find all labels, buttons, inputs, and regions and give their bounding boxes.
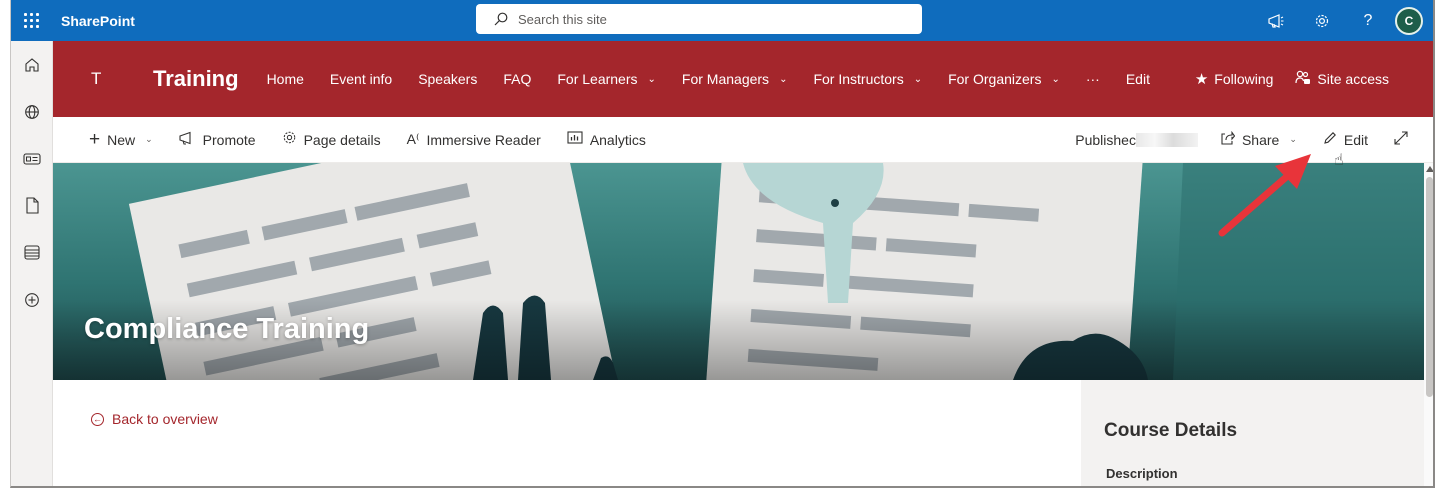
share-label: Share	[1241, 131, 1280, 148]
pencil-edit-icon	[1323, 131, 1337, 149]
browser-frame: SharePoint Search this site ? C T Traini…	[10, 0, 1435, 488]
chevron-down-icon: ⌄	[913, 73, 923, 85]
nav-edit-link[interactable]: Edit	[1126, 71, 1150, 87]
chevron-down-icon: ⌄	[779, 73, 788, 85]
nav-item-event-info[interactable]: Event info	[330, 71, 392, 87]
site-logo[interactable]: T	[91, 69, 121, 89]
star-filled-icon: ★	[1194, 71, 1209, 88]
nav-item-faq[interactable]: FAQ	[503, 71, 531, 87]
chevron-down-icon: ⌄	[1289, 134, 1297, 144]
list-icon[interactable]	[11, 229, 53, 276]
megaphone-icon	[179, 131, 196, 149]
search-placeholder: Search this site	[518, 11, 607, 27]
people-lock-icon	[1295, 70, 1311, 89]
settings-gear-icon	[282, 130, 297, 149]
scroll-up-arrow-icon[interactable]	[1426, 166, 1433, 172]
site-header: T Training Home Event info Speakers FAQ …	[53, 41, 1433, 117]
nav-item-for-organizers[interactable]: For Organizers ⌄	[948, 71, 1060, 87]
page-details-label: Page details	[303, 131, 381, 148]
description-label: Description	[1106, 466, 1178, 481]
analytics-chart-icon	[567, 131, 583, 148]
site-access-label: Site access	[1317, 71, 1389, 87]
share-icon	[1220, 130, 1236, 149]
immersive-reader-button[interactable]: A⁽ Immersive Reader	[407, 131, 541, 148]
nav-item-for-learners[interactable]: For Learners ⌄	[557, 71, 656, 87]
hand-cursor-icon: ☝	[1334, 152, 1344, 169]
chevron-down-icon: ⌄	[647, 73, 656, 85]
megaphone-icon[interactable]	[1253, 0, 1299, 41]
app-name[interactable]: SharePoint	[61, 13, 135, 29]
following-button[interactable]: ★ Following	[1195, 70, 1274, 88]
news-icon[interactable]	[11, 135, 53, 182]
published-status: Publishec	[1075, 132, 1198, 148]
nav-item-home[interactable]: Home	[267, 71, 304, 87]
analytics-button[interactable]: Analytics	[567, 131, 646, 148]
waffle-icon	[23, 13, 39, 28]
hero-banner: Compliance Training	[53, 163, 1424, 380]
edit-page-button[interactable]: Edit	[1323, 131, 1368, 149]
share-button[interactable]: Share ⌄	[1220, 130, 1297, 149]
expand-button[interactable]	[1394, 130, 1415, 149]
suite-bar: SharePoint Search this site ? C	[11, 0, 1433, 41]
globe-icon[interactable]	[11, 88, 53, 135]
published-label: Publishec	[1075, 131, 1136, 148]
nav-more-button[interactable]: ···	[1086, 71, 1100, 87]
immersive-reader-label: Immersive Reader	[426, 131, 541, 148]
analytics-label: Analytics	[589, 131, 646, 148]
search-icon	[494, 12, 508, 26]
nav-item-for-instructors[interactable]: For Instructors ⌄	[813, 71, 922, 87]
course-details-title: Course Details	[1104, 420, 1238, 441]
scrollbar-thumb[interactable]	[1426, 177, 1433, 397]
edit-label: Edit	[1343, 131, 1368, 148]
nav-item-speakers[interactable]: Speakers	[418, 71, 477, 87]
help-question-icon[interactable]: ?	[1345, 0, 1391, 41]
promote-button[interactable]: Promote	[179, 131, 256, 149]
app-launcher-button[interactable]	[11, 0, 51, 41]
promote-label: Promote	[202, 131, 256, 148]
course-details-panel: Course Details Description	[1081, 380, 1424, 486]
new-button[interactable]: + New ⌄	[89, 129, 153, 151]
new-label: New	[107, 131, 136, 148]
chevron-down-icon: ⌄	[1051, 73, 1060, 85]
site-title[interactable]: Training	[153, 66, 239, 92]
back-label: Back to overview	[112, 411, 218, 427]
arrow-left-circle-icon: ←	[91, 412, 104, 426]
avatar[interactable]: C	[1395, 6, 1423, 35]
site-navigation: Home Event info Speakers FAQ For Learner…	[267, 71, 1176, 87]
page-details-button[interactable]: Page details	[282, 130, 381, 149]
page-title: Compliance Training	[84, 313, 370, 345]
home-icon[interactable]	[11, 41, 53, 88]
chevron-down-icon: ⌄	[145, 134, 153, 144]
following-label: Following	[1214, 71, 1274, 87]
plus-icon: +	[89, 128, 101, 150]
nav-item-for-managers[interactable]: For Managers ⌄	[682, 71, 788, 87]
page-scrollbar[interactable]	[1424, 163, 1433, 486]
expand-icon	[1394, 130, 1408, 149]
file-icon[interactable]	[11, 182, 53, 229]
site-access-button[interactable]: Site access	[1295, 70, 1389, 89]
search-box[interactable]: Search this site	[476, 4, 922, 34]
left-app-rail	[11, 41, 53, 486]
command-bar: + New ⌄ Promote Page details A⁽ Immersiv…	[53, 117, 1433, 163]
immersive-reader-icon: A⁽	[406, 131, 420, 147]
published-date-redacted	[1135, 132, 1198, 147]
add-circle-icon[interactable]	[11, 276, 53, 323]
back-to-overview-link[interactable]: ← Back to overview	[91, 411, 218, 427]
settings-gear-icon[interactable]	[1299, 0, 1345, 41]
